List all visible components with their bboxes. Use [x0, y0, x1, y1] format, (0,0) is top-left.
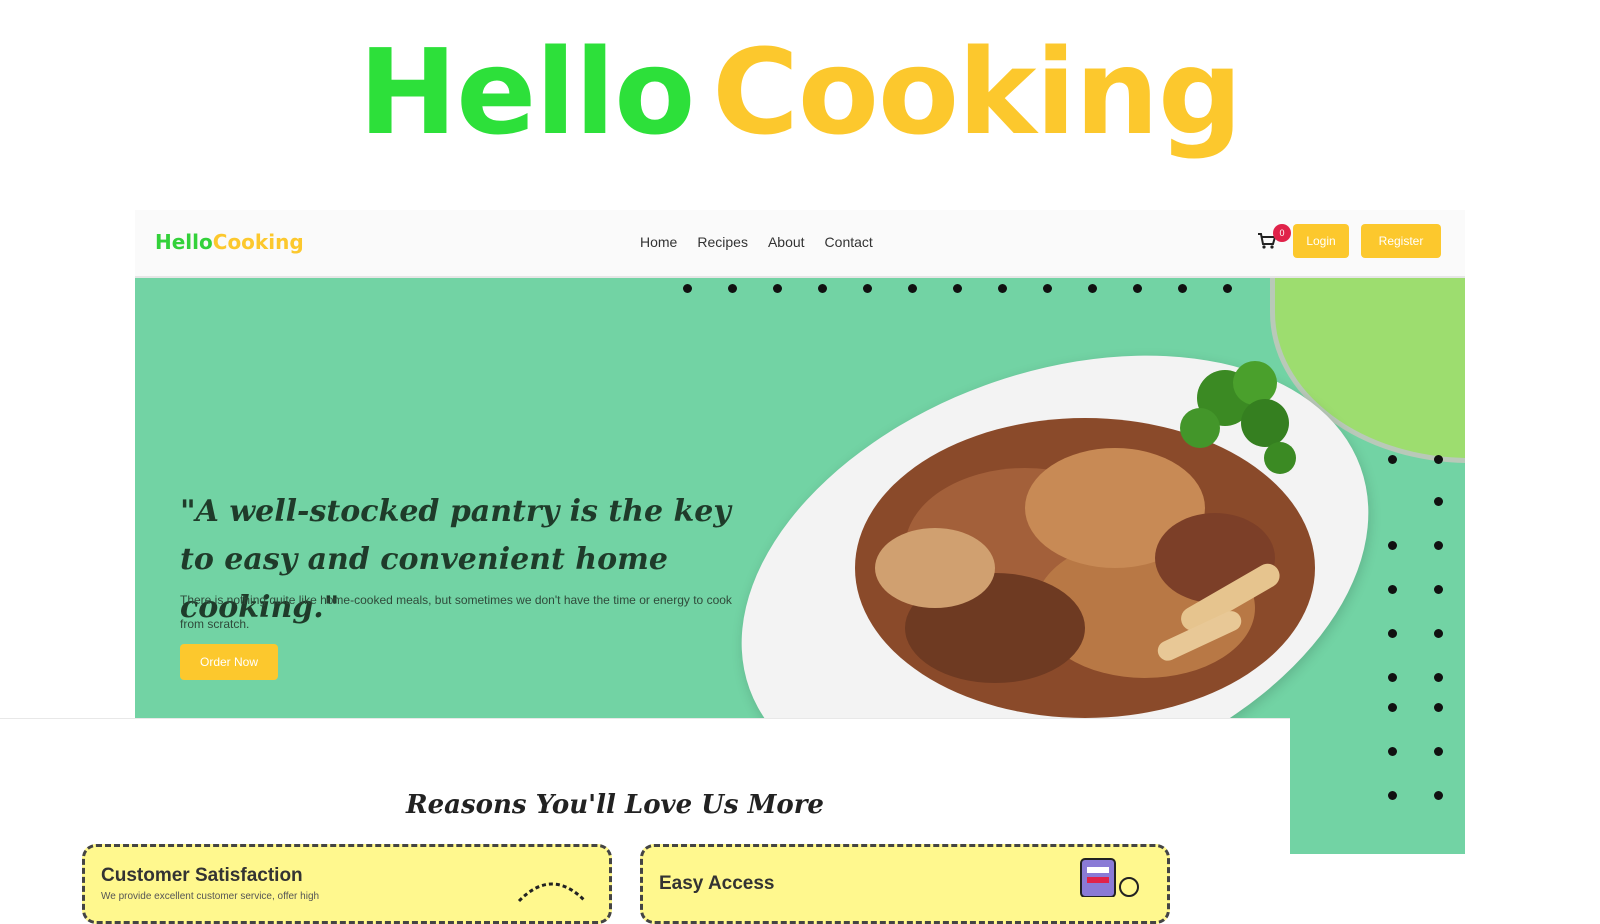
order-now-button[interactable]: Order Now	[180, 644, 278, 680]
logo-hello: Hello	[155, 230, 213, 254]
nav-link-recipes[interactable]: Recipes	[697, 234, 748, 250]
dot-pattern-side	[1388, 455, 1468, 855]
hero-section: "A well-stocked pantry is the key to eas…	[135, 278, 1465, 718]
site-logo[interactable]: HelloCooking	[155, 230, 304, 254]
banner-title-cooking: Cooking	[712, 23, 1242, 161]
navbar: HelloCooking Home Recipes About Contact …	[135, 210, 1465, 278]
logo-cooking: Cooking	[212, 230, 304, 254]
food-plate-image	[855, 361, 1315, 718]
pizza-icon	[517, 882, 587, 903]
nav-links: Home Recipes About Contact	[640, 234, 873, 250]
card-title: Customer Satisfaction	[101, 865, 303, 886]
nav-link-contact[interactable]: Contact	[825, 234, 873, 250]
cart-button[interactable]: 0	[1255, 224, 1291, 258]
nav-link-about[interactable]: About	[768, 234, 805, 250]
card-description: We provide excellent customer service, o…	[101, 891, 320, 902]
register-button[interactable]: Register	[1361, 224, 1441, 258]
nav-link-home[interactable]: Home	[640, 234, 677, 250]
card-title: Easy Access	[659, 873, 775, 894]
banner-title: Hello Cooking	[0, 22, 1600, 162]
card-customer-satisfaction: Customer Satisfaction We provide excelle…	[82, 844, 612, 924]
hero-description: There is nothing quite like home-cooked …	[180, 593, 732, 631]
cart-count-badge: 0	[1273, 224, 1291, 242]
reasons-heading: Reasons You'll Love Us More	[406, 790, 824, 820]
login-button[interactable]: Login	[1293, 224, 1349, 258]
card-easy-access: Easy Access	[640, 844, 1170, 924]
banner-title-hello: Hello	[358, 23, 696, 161]
phone-order-icon	[1080, 858, 1139, 897]
